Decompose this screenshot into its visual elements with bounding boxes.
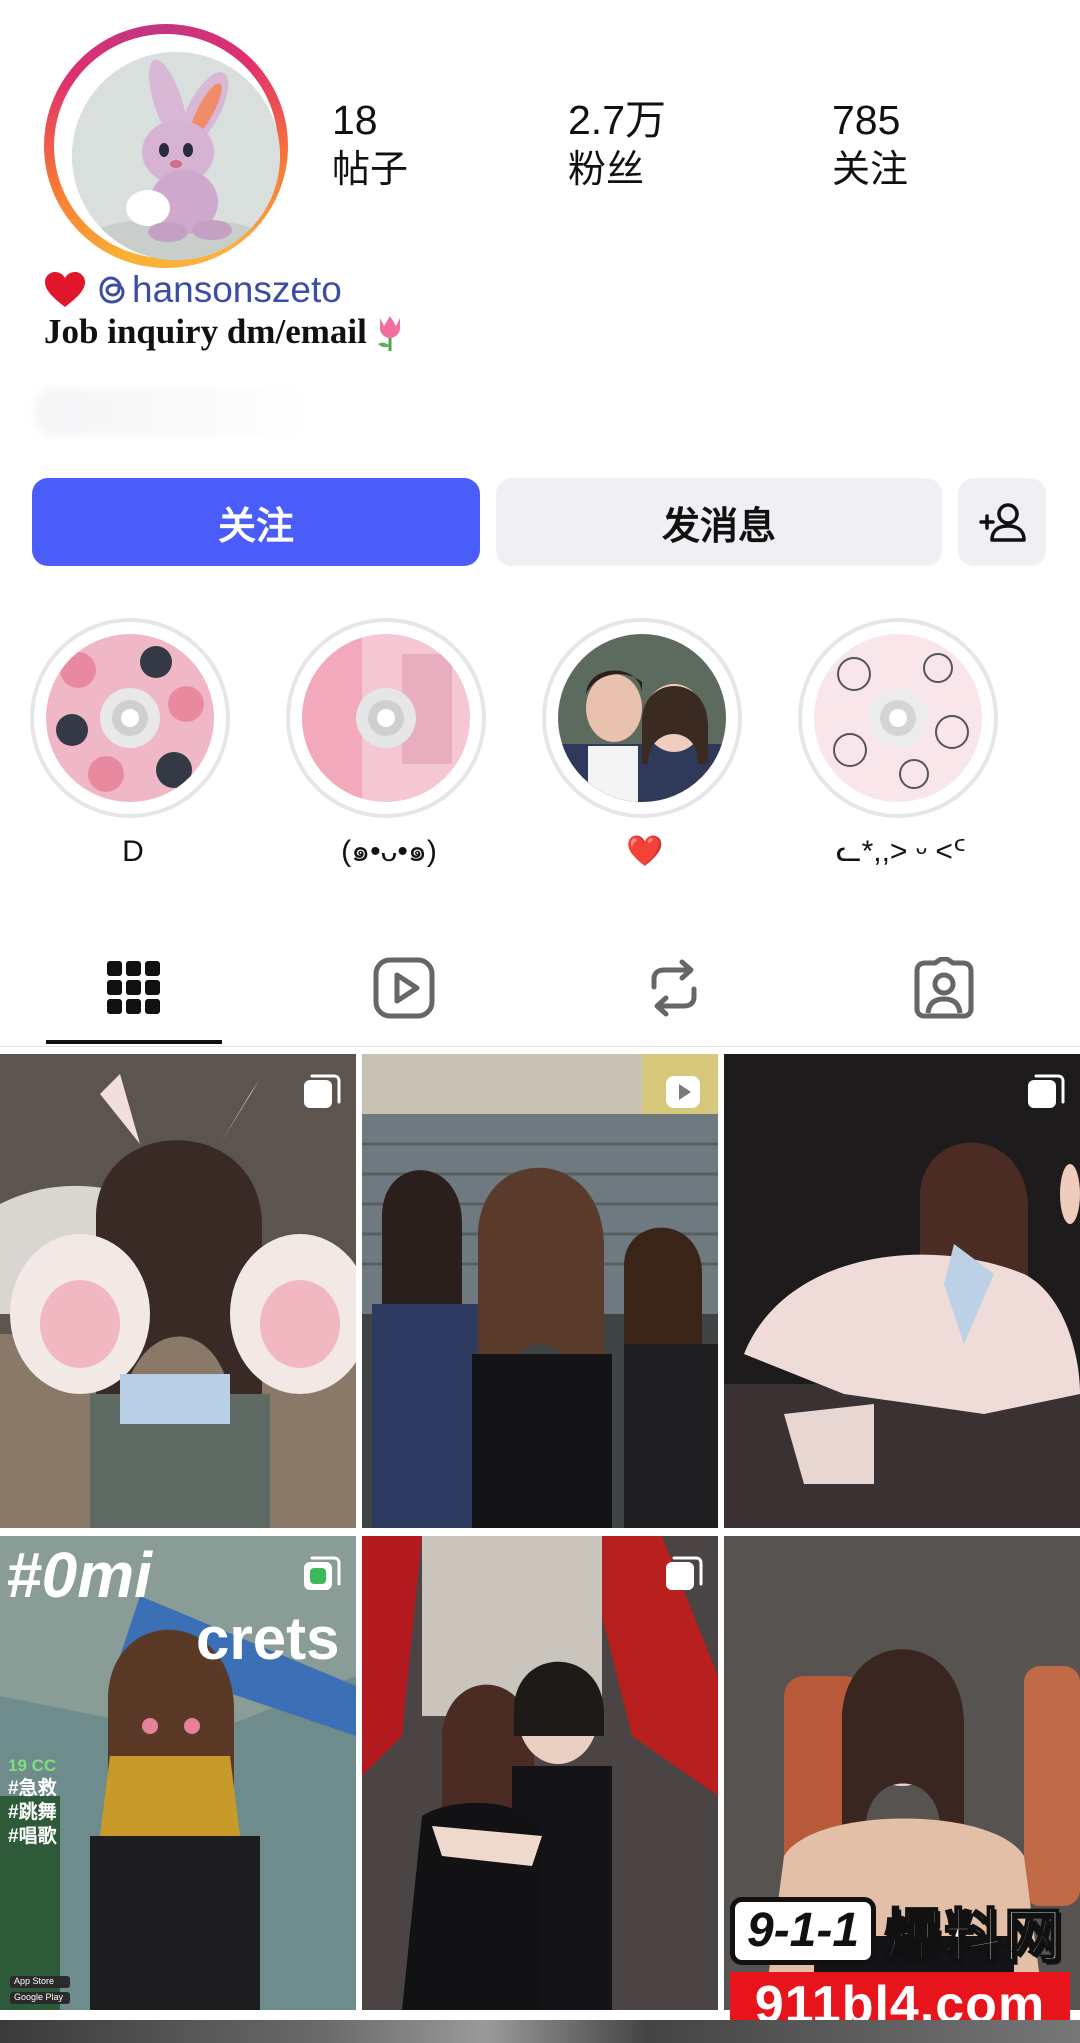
- highlight-cover: [46, 634, 214, 802]
- stat-posts[interactable]: 18 帖子: [332, 96, 408, 194]
- carousel-icon: [304, 1556, 341, 1590]
- tab-reels[interactable]: [316, 930, 492, 1046]
- post-image: [362, 1054, 718, 1528]
- watermark-cn-text: 爆料网: [883, 1903, 1065, 1970]
- highlight-cover: [302, 634, 470, 802]
- stat-following-label: 关注: [832, 149, 909, 191]
- tagged-icon: [914, 957, 974, 1019]
- stat-followers-value: 2.7万: [568, 97, 666, 143]
- tab-posts-grid[interactable]: [46, 930, 222, 1046]
- post-overlay-tag: #唱歌: [8, 1826, 57, 1847]
- highlight-label: D: [122, 835, 144, 868]
- cd-cover-image: [46, 634, 214, 802]
- add-user-icon: [979, 503, 1026, 542]
- carousel-icon: [304, 1074, 341, 1108]
- heart-icon: [45, 272, 85, 307]
- highlight-ring: [542, 618, 742, 818]
- highlight-ring: [286, 618, 486, 818]
- post-tile[interactable]: [0, 1054, 356, 1528]
- cd-cover-image: [814, 634, 982, 802]
- highlight-label: (๑•ᴗ•๑): [341, 835, 437, 868]
- avatar-bunny-image: [72, 52, 280, 260]
- story-ring[interactable]: [44, 24, 288, 268]
- grid-icon: [107, 961, 160, 1014]
- post-tile[interactable]: [362, 1536, 718, 2010]
- highlight-ring: [30, 618, 230, 818]
- post-image: [362, 1536, 718, 2010]
- stat-following-value: 785: [832, 97, 901, 143]
- name-line: hansonszeto: [44, 268, 342, 312]
- watermark-logo: 9-1-1 爆料网: [730, 1897, 1070, 1970]
- tulip-icon: [377, 316, 400, 351]
- highlight-item[interactable]: ᓚ*,,> ᵕ <ᑦ: [798, 618, 1004, 872]
- add-user-button[interactable]: [958, 478, 1046, 566]
- highlight-label: ❤️: [626, 835, 664, 868]
- threads-handle-link[interactable]: hansonszeto: [96, 268, 342, 312]
- highlight-label: ᓚ*,,> ᵕ <ᑦ: [836, 835, 966, 868]
- active-tab-indicator: [46, 1040, 222, 1044]
- watermark-box-text: 9-1-1: [730, 1897, 877, 1965]
- message-button[interactable]: 发消息: [496, 478, 942, 566]
- post-tile[interactable]: #0mi crets 19 CC #急救 #跳舞 #唱歌 App Store G…: [0, 1536, 356, 2010]
- avatar-gap: [54, 34, 280, 260]
- highlight-item[interactable]: ❤️: [542, 618, 748, 872]
- bio-line: Job inquiry dm/email: [44, 312, 367, 351]
- highlight-ring: [798, 618, 998, 818]
- post-overlay-title-2: crets: [196, 1605, 340, 1672]
- post-overlay-tag: #跳舞: [8, 1802, 57, 1823]
- avatar[interactable]: [72, 52, 280, 260]
- stat-followers-label: 粉丝: [568, 149, 645, 191]
- reel-play-icon: [666, 1076, 700, 1108]
- stat-following[interactable]: 785 关注: [832, 96, 908, 194]
- google-play-badge: Google Play: [14, 1992, 64, 2002]
- tab-reposts[interactable]: [586, 930, 762, 1046]
- follow-button[interactable]: 关注: [32, 478, 480, 566]
- couple-photo-image: [558, 634, 726, 802]
- highlight-item[interactable]: (๑•ᴗ•๑): [286, 618, 492, 872]
- post-image: [724, 1054, 1080, 1528]
- stat-followers[interactable]: 2.7万 粉丝: [568, 96, 666, 194]
- post-overlay-tag: #急救: [8, 1778, 57, 1799]
- tab-divider: [0, 1046, 1080, 1047]
- bio-text: Job inquiry dm/email: [44, 310, 407, 354]
- post-overlay-tag: 19 CC: [8, 1756, 57, 1775]
- threads-icon: [99, 276, 125, 304]
- next-row-thumbnails: [0, 2020, 1080, 2043]
- reels-icon: [373, 957, 435, 1019]
- post-image: [0, 1054, 356, 1528]
- stat-posts-label: 帖子: [332, 149, 409, 191]
- blurred-link-placeholder: [34, 388, 314, 436]
- post-tile[interactable]: [362, 1054, 718, 1528]
- tab-tagged[interactable]: [856, 930, 1032, 1046]
- carousel-icon: [666, 1556, 703, 1590]
- cd-cover-image: [302, 634, 470, 802]
- repost-icon: [651, 959, 697, 1017]
- post-tile[interactable]: [724, 1054, 1080, 1528]
- highlight-cover: [558, 634, 726, 802]
- post-overlay-title: #0mi: [6, 1539, 152, 1611]
- stat-posts-value: 18: [332, 97, 378, 143]
- highlight-cover: [814, 634, 982, 802]
- handle-text: hansonszeto: [132, 269, 342, 310]
- app-store-badge: App Store: [14, 1976, 55, 1986]
- carousel-icon: [1028, 1074, 1065, 1108]
- highlight-item[interactable]: D: [30, 618, 236, 872]
